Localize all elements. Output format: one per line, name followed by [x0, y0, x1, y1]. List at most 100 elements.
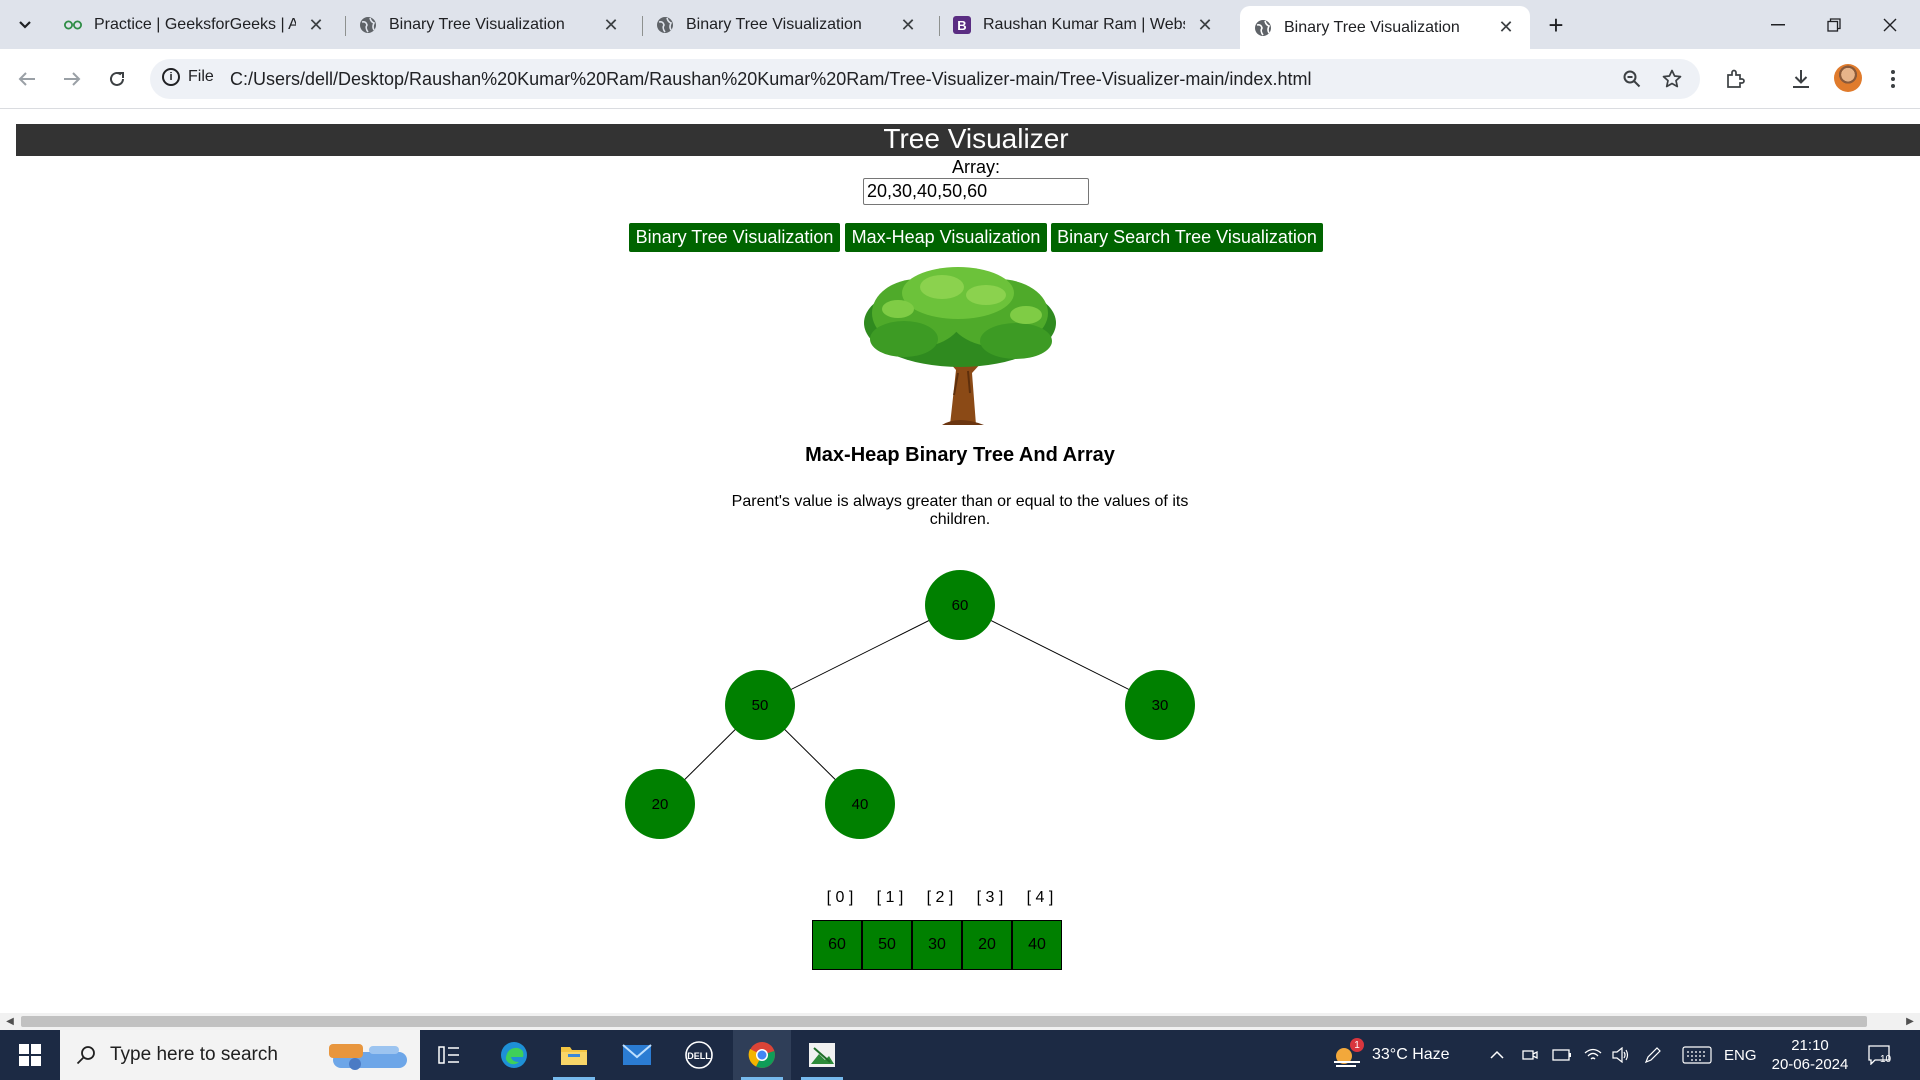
svg-text:B: B [957, 18, 966, 33]
globe-icon [1254, 19, 1272, 37]
tree-node [825, 769, 895, 839]
globe-icon [359, 16, 377, 34]
tab-title: Binary Tree Visualization [1284, 18, 1460, 36]
profile-avatar[interactable] [1834, 64, 1862, 92]
site-info-chip[interactable]: i File [162, 68, 214, 86]
tab-title: Binary Tree Visualization [389, 16, 565, 33]
meet-now-icon[interactable] [1522, 1030, 1538, 1080]
b-icon: B [953, 16, 971, 34]
tree-node [1125, 670, 1195, 740]
tree-node [625, 769, 695, 839]
page-title: Tree Visualizer [883, 123, 1069, 154]
tree-edge [759, 604, 961, 706]
scroll-right-arrow-icon[interactable]: ▶ [1903, 1015, 1917, 1028]
search-icon [76, 1045, 96, 1065]
weather-badge: 1 [1350, 1038, 1364, 1052]
array-index: [ 1 ] [876, 889, 904, 906]
tab-binary-tree-1[interactable]: Binary Tree Visualization ✕ [345, 6, 635, 44]
windows-start-icon[interactable] [0, 1030, 60, 1080]
tree-node-label: 30 [1152, 697, 1169, 714]
array-label: Array: [951, 157, 1000, 177]
menu-kebab-icon[interactable] [1876, 62, 1910, 96]
scrollbar-thumb[interactable] [21, 1016, 1867, 1027]
tree-node-label: 20 [652, 796, 669, 813]
bst-visualization-button[interactable]: Binary Search Tree Visualization [1051, 223, 1323, 252]
close-window-icon[interactable] [1862, 0, 1918, 49]
array-cell: 60 [812, 920, 862, 970]
tree-edge [659, 704, 761, 805]
back-arrow-icon[interactable] [10, 62, 44, 96]
scheme-label: File [188, 68, 214, 85]
tab-close-icon[interactable]: ✕ [898, 15, 918, 36]
tab-raushan-website[interactable]: B Raushan Kumar Ram | Website ✕ [939, 6, 1229, 44]
zoom-icon[interactable] [1620, 67, 1644, 91]
array-index: [ 3 ] [976, 889, 1004, 906]
weather-text: 33°C Haze [1372, 1046, 1450, 1063]
download-icon[interactable] [1784, 62, 1818, 96]
tab-search-chevron-icon[interactable] [10, 10, 40, 40]
tree-node-label: 60 [952, 597, 969, 614]
language-indicator[interactable]: ENG [1724, 1030, 1757, 1080]
minimize-icon[interactable] [1750, 0, 1806, 49]
clock[interactable]: 21:10 20-06-2024 [1765, 1030, 1855, 1080]
tab-binary-tree-2[interactable]: Binary Tree Visualization ✕ [642, 6, 932, 44]
array-input[interactable] [863, 178, 1089, 205]
array-index: [ 2 ] [926, 889, 954, 906]
tree-node [725, 670, 795, 740]
url-text[interactable]: C:/Users/dell/Desktop/Raushan%20Kumar%20… [230, 69, 1311, 90]
taskbar-search-box[interactable]: Type here to search [60, 1030, 420, 1080]
tab-binary-tree-active[interactable]: Binary Tree Visualization ✕ [1240, 6, 1530, 49]
tab-title: Binary Tree Visualization [686, 16, 862, 33]
toolbar: i File C:/Users/dell/Desktop/Raushan%20K… [0, 49, 1920, 109]
task-view-icon[interactable] [420, 1030, 478, 1080]
tab-close-icon[interactable]: ✕ [1195, 15, 1215, 36]
horizontal-scrollbar[interactable]: ◀ ▶ [0, 1013, 1920, 1030]
scroll-left-arrow-icon[interactable]: ◀ [3, 1015, 17, 1028]
image-viewer-icon[interactable] [793, 1030, 851, 1080]
page-content: Tree Visualizer Array: Binary Tree Visua… [0, 110, 1920, 1015]
tree-edge [959, 604, 1161, 706]
volume-icon[interactable] [1612, 1030, 1630, 1080]
tab-close-icon[interactable]: ✕ [306, 15, 326, 36]
array-cell: 30 [912, 920, 962, 970]
array-cell: 50 [862, 920, 912, 970]
file-explorer-icon[interactable] [545, 1030, 603, 1080]
tab-close-icon[interactable]: ✕ [601, 15, 621, 36]
mail-icon[interactable] [608, 1030, 666, 1080]
array-cell: 20 [962, 920, 1012, 970]
tab-close-icon[interactable]: ✕ [1496, 17, 1516, 38]
section-description: Parent's value is always greater than or… [731, 493, 1189, 528]
new-tab-plus-icon[interactable]: + [1541, 10, 1571, 40]
tab-geeksforgeeks[interactable]: Practice | GeeksforGeeks | A co ✕ [50, 6, 340, 44]
notification-center-icon[interactable]: 10 [1868, 1030, 1892, 1080]
pen-icon[interactable] [1644, 1030, 1662, 1080]
tab-title: Practice | GeeksforGeeks | A co [94, 16, 296, 33]
restore-icon[interactable] [1806, 0, 1862, 49]
tab-title: Raushan Kumar Ram | Website [983, 16, 1185, 33]
tab-bar: Practice | GeeksforGeeks | A co ✕ Binary… [0, 0, 1920, 49]
weather-icon: 1 [1332, 1038, 1364, 1068]
max-heap-visualization-button[interactable]: Max-Heap Visualization [845, 223, 1047, 252]
chevron-up-icon[interactable] [1490, 1030, 1504, 1080]
search-highlight-illustration-icon [325, 1038, 415, 1080]
bookmark-star-icon[interactable] [1660, 67, 1684, 91]
reload-icon[interactable] [100, 62, 134, 96]
extensions-icon[interactable] [1718, 62, 1752, 96]
tree-edge [759, 704, 861, 805]
edge-browser-icon[interactable] [485, 1030, 543, 1080]
notification-count: 10 [1880, 1054, 1892, 1065]
clock-time: 21:10 [1791, 1037, 1829, 1054]
wifi-icon[interactable] [1584, 1030, 1602, 1080]
binary-tree-visualization-button[interactable]: Binary Tree Visualization [629, 223, 840, 252]
forward-arrow-icon[interactable] [55, 62, 89, 96]
dell-icon[interactable]: DELL [670, 1030, 728, 1080]
chrome-icon[interactable] [733, 1030, 791, 1080]
clock-date: 20-06-2024 [1771, 1056, 1849, 1073]
weather-widget[interactable]: 1 33°C Haze [1332, 1030, 1450, 1080]
battery-icon[interactable] [1552, 1030, 1572, 1080]
array-cell: 40 [1012, 920, 1062, 970]
omnibox[interactable]: i File C:/Users/dell/Desktop/Raushan%20K… [150, 59, 1700, 99]
info-icon: i [162, 68, 180, 86]
keyboard-icon[interactable] [1682, 1030, 1712, 1080]
search-placeholder: Type here to search [110, 1044, 278, 1065]
